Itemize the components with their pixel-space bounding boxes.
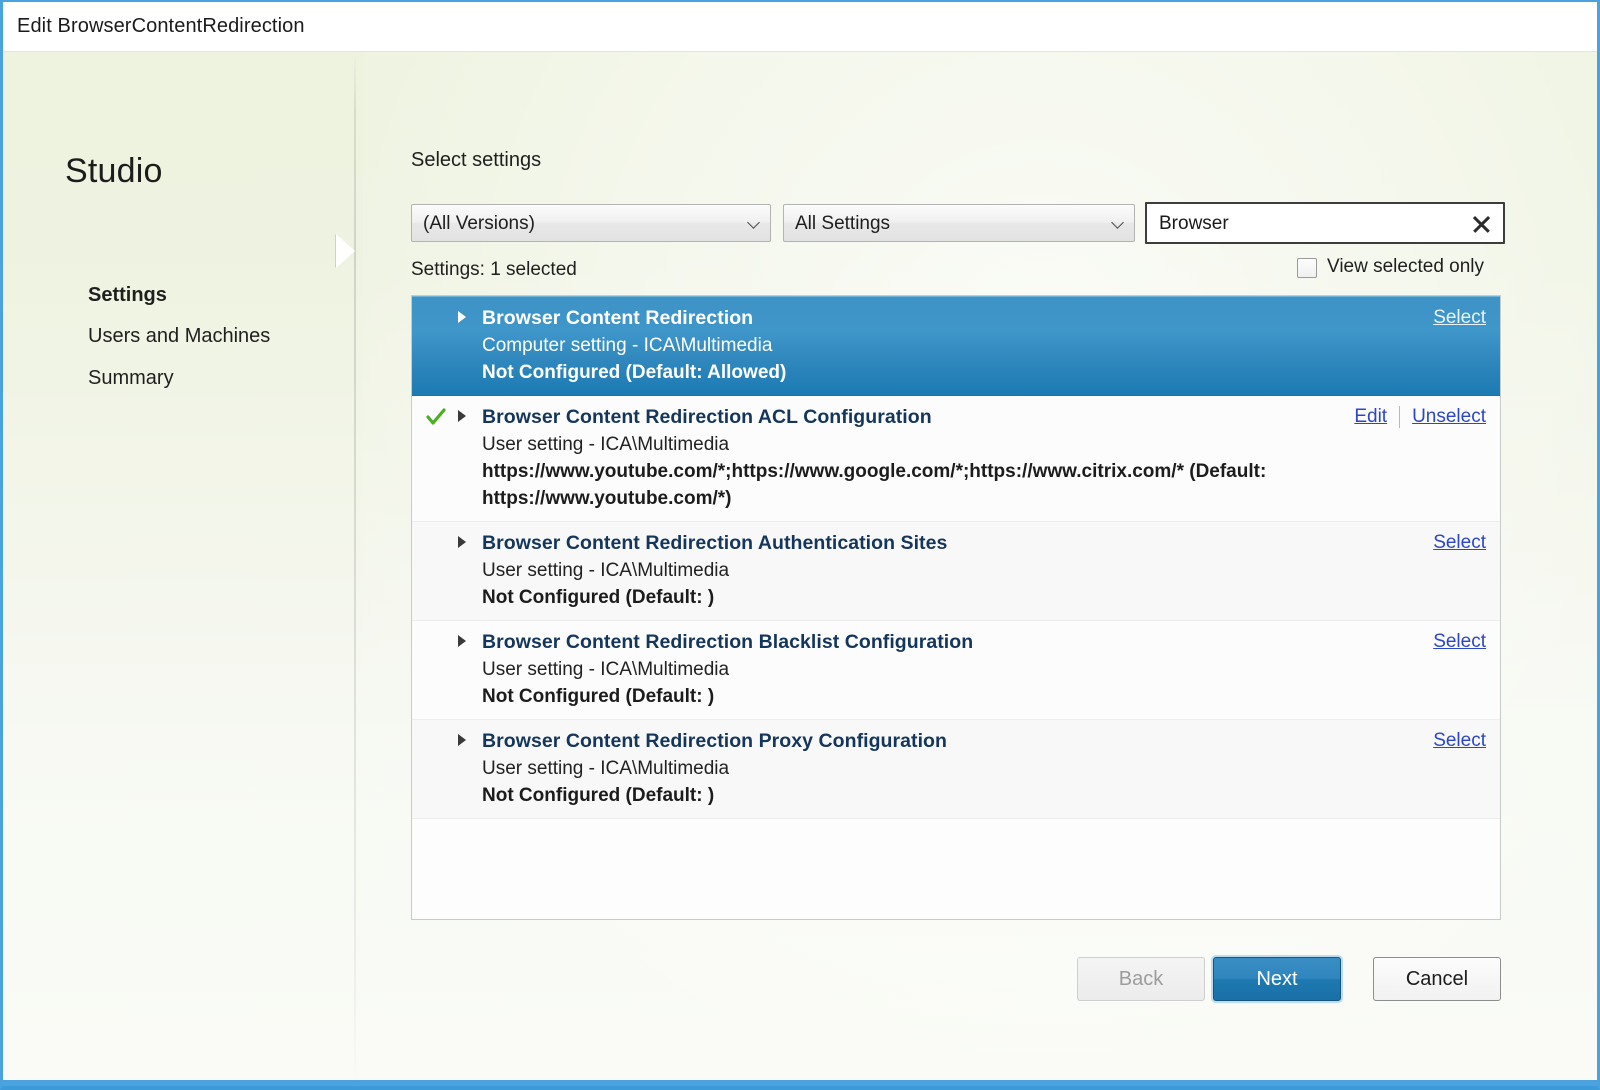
setting-title: Browser Content Redirection Proxy Config… xyxy=(482,730,947,752)
row-actions: Select xyxy=(1433,631,1486,653)
back-button[interactable]: Back xyxy=(1077,957,1205,1001)
setting-scope: Computer setting - ICA\Multimedia xyxy=(482,335,773,356)
search-input[interactable]: Browser xyxy=(1145,202,1505,244)
cancel-button[interactable]: Cancel xyxy=(1373,957,1501,1001)
setting-title: Browser Content Redirection Authenticati… xyxy=(482,532,948,554)
row-actions: Select xyxy=(1433,307,1486,329)
select-link[interactable]: Select xyxy=(1433,631,1486,653)
sidebar-item-settings[interactable]: Settings xyxy=(88,284,167,307)
row-actions: Select xyxy=(1433,532,1486,554)
select-link[interactable]: Select xyxy=(1433,307,1486,329)
sidebar-divider xyxy=(354,52,356,1086)
dialog-title-bar: Edit BrowserContentRedirection xyxy=(3,2,1597,52)
expand-arrow-icon[interactable] xyxy=(458,536,466,548)
sidebar-item-summary[interactable]: Summary xyxy=(88,367,174,390)
setting-scope: User setting - ICA\Multimedia xyxy=(482,659,730,680)
chevron-down-icon xyxy=(1113,218,1124,229)
edit-link[interactable]: Edit xyxy=(1354,406,1387,428)
table-row[interactable]: Browser Content Redirection Blacklist Co… xyxy=(412,621,1500,720)
version-filter-dropdown[interactable]: (All Versions) xyxy=(411,204,771,242)
select-link[interactable]: Select xyxy=(1433,532,1486,554)
checkbox-box[interactable] xyxy=(1297,258,1317,278)
action-separator xyxy=(1399,406,1401,428)
setting-scope: User setting - ICA\Multimedia xyxy=(482,758,730,779)
row-actions: Select xyxy=(1433,730,1486,752)
setting-value: Not Configured (Default: ) xyxy=(482,587,715,608)
expand-arrow-icon[interactable] xyxy=(458,311,466,323)
settings-type-filter-dropdown[interactable]: All Settings xyxy=(783,204,1135,242)
setting-title: Browser Content Redirection xyxy=(482,307,754,329)
setting-scope: User setting - ICA\Multimedia xyxy=(482,560,730,581)
select-link[interactable]: Select xyxy=(1433,730,1486,752)
setting-title: Browser Content Redirection Blacklist Co… xyxy=(482,631,974,653)
selected-count-label: Settings: 1 selected xyxy=(411,259,577,280)
unselect-link[interactable]: Unselect xyxy=(1412,406,1486,428)
active-step-pointer-icon xyxy=(336,234,355,268)
table-row[interactable]: Browser Content Redirection Computer set… xyxy=(412,296,1500,396)
setting-title: Browser Content Redirection ACL Configur… xyxy=(482,406,932,428)
sidebar-item-users-and-machines[interactable]: Users and Machines xyxy=(88,325,270,348)
expand-arrow-icon[interactable] xyxy=(458,734,466,746)
settings-type-filter-value: All Settings xyxy=(795,213,891,234)
table-row[interactable]: Browser Content Redirection Authenticati… xyxy=(412,522,1500,621)
table-row[interactable]: Browser Content Redirection Proxy Config… xyxy=(412,720,1500,819)
checkmark-icon xyxy=(426,407,446,427)
edit-policy-dialog: Edit BrowserContentRedirection Studio Se… xyxy=(0,0,1600,1090)
setting-value: Not Configured (Default: Allowed) xyxy=(482,362,787,383)
table-row[interactable]: Browser Content Redirection ACL Configur… xyxy=(412,396,1500,522)
settings-pane: Select settings (All Versions) All Setti… xyxy=(355,52,1597,1086)
studio-logo: Studio xyxy=(65,152,163,190)
setting-scope: User setting - ICA\Multimedia xyxy=(482,434,730,455)
setting-value: Not Configured (Default: ) xyxy=(482,686,715,707)
setting-value: Not Configured (Default: ) xyxy=(482,785,715,806)
section-heading: Select settings xyxy=(411,149,542,171)
search-input-value: Browser xyxy=(1159,213,1229,234)
chevron-down-icon xyxy=(749,218,760,229)
page-title: Edit BrowserContentRedirection xyxy=(17,15,305,37)
wizard-sidebar: Studio Settings Users and Machines Summa… xyxy=(3,52,355,1086)
version-filter-value: (All Versions) xyxy=(423,213,535,234)
expand-arrow-icon[interactable] xyxy=(458,410,466,422)
settings-list[interactable]: Browser Content Redirection Computer set… xyxy=(411,295,1501,920)
row-actions: Edit Unselect xyxy=(1354,406,1486,428)
close-icon[interactable] xyxy=(1469,212,1493,236)
expand-arrow-icon[interactable] xyxy=(458,635,466,647)
view-selected-only-label: View selected only xyxy=(1327,256,1485,277)
next-button[interactable]: Next xyxy=(1213,957,1341,1001)
setting-value: https://www.youtube.com/*;https://www.go… xyxy=(482,461,1267,509)
